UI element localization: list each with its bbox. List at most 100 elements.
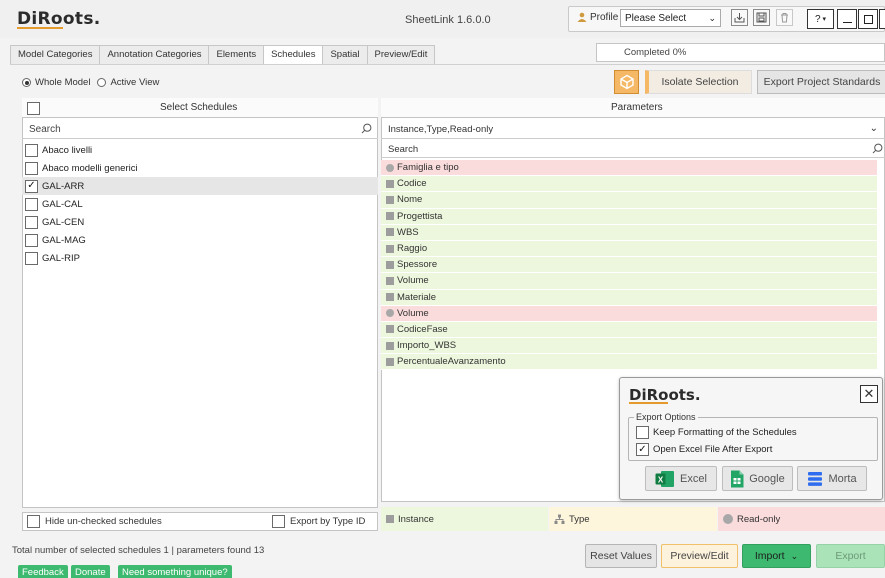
export-by-type-checkbox[interactable]	[272, 515, 285, 528]
instance-icon	[386, 179, 394, 188]
parameter-row[interactable]: Importo_WBS	[381, 338, 877, 355]
export-excel-button[interactable]: X Excel	[645, 466, 717, 491]
import-button[interactable]: Import ⌄	[742, 544, 811, 568]
reset-values-button[interactable]: Reset Values	[585, 544, 657, 568]
schedule-checkbox[interactable]	[25, 161, 38, 175]
schedule-item[interactable]: GAL-MAG	[22, 231, 378, 249]
chevron-down-icon: ⌄	[790, 550, 799, 561]
popup-close-button[interactable]: ✕	[860, 385, 878, 403]
legend-type-label: Type	[569, 513, 590, 525]
minimize-button[interactable]	[837, 9, 857, 29]
parameter-row[interactable]: Raggio	[381, 240, 877, 258]
tab-model-categories[interactable]: Model Categories	[10, 45, 101, 64]
instance-icon	[386, 293, 394, 302]
parameter-label: Volume	[397, 307, 429, 319]
export-morta-button[interactable]: Morta	[797, 466, 867, 491]
tab-schedules[interactable]: Schedules	[263, 45, 324, 64]
maximize-icon	[863, 14, 873, 24]
readonly-icon	[723, 514, 733, 524]
schedule-label: Abaco livelli	[42, 144, 93, 156]
instance-icon	[386, 276, 394, 285]
schedule-item[interactable]: GAL-CAL	[22, 195, 378, 213]
instance-icon	[386, 228, 394, 237]
legend-instance: Instance	[381, 507, 548, 531]
export-project-standards-button[interactable]: Export Project Standards	[757, 70, 885, 94]
whole-model-label: Whole Model	[35, 77, 91, 88]
schedule-checkbox[interactable]: ✓	[25, 179, 38, 193]
parameter-row[interactable]: WBS	[381, 224, 877, 241]
open-excel-checkbox[interactable]: ✓	[636, 443, 649, 456]
tab-spatial[interactable]: Spatial	[322, 45, 368, 64]
schedule-item[interactable]: Abaco modelli generici	[22, 159, 378, 177]
close-button[interactable]	[879, 9, 885, 29]
schedule-item[interactable]: ✓ GAL-ARR	[22, 177, 378, 195]
schedule-item[interactable]: GAL-CEN	[22, 213, 378, 231]
schedules-search-input[interactable]: Search	[22, 120, 378, 139]
schedule-checkbox[interactable]	[25, 143, 38, 157]
parameter-row[interactable]: Progettista	[381, 208, 877, 225]
keep-formatting-option[interactable]: Keep Formatting of the Schedules	[636, 426, 797, 439]
parameter-label: Progettista	[397, 210, 443, 222]
parameter-row[interactable]: Famiglia e tipo	[381, 160, 877, 177]
instance-icon	[386, 212, 394, 221]
help-menu-button[interactable]: ? ▾	[807, 9, 834, 29]
tab-preview-edit[interactable]: Preview/Edit	[366, 45, 436, 64]
parameters-search-input[interactable]: Search	[381, 141, 885, 158]
tab-annotation-categories[interactable]: Annotation Categories	[99, 45, 210, 64]
parameter-row[interactable]: Volume	[381, 273, 877, 290]
export-google-button[interactable]: Google	[722, 466, 793, 491]
legend-readonly: Read-only	[718, 507, 885, 531]
parameter-label: Codice	[397, 178, 427, 190]
whole-model-radio[interactable]	[22, 78, 31, 87]
parameter-row[interactable]: Codice	[381, 176, 877, 193]
schedule-item[interactable]: GAL-RIP	[22, 249, 378, 267]
type-hierarchy-icon	[554, 514, 565, 524]
profile-select[interactable]: Please Select ⌄	[620, 9, 721, 27]
select-all-checkbox[interactable]	[27, 102, 40, 115]
instance-icon	[386, 195, 394, 204]
hide-unchecked-checkbox[interactable]	[27, 515, 40, 528]
schedule-label: GAL-CAL	[42, 198, 83, 210]
parameters-panel-title: Parameters	[611, 102, 663, 113]
cube-icon	[619, 74, 634, 90]
parameter-row[interactable]: PercentualeAvanzamento	[381, 354, 877, 371]
export-options-title: Export Options	[634, 412, 698, 422]
parameter-list: Famiglia e tipo Codice Nome Progettista …	[381, 160, 877, 371]
keep-formatting-checkbox[interactable]	[636, 426, 649, 439]
preview-edit-button[interactable]: Preview/Edit	[661, 544, 738, 568]
chevron-down-icon: ▾	[822, 16, 827, 23]
tab-elements[interactable]: Elements	[208, 45, 265, 64]
parameter-row[interactable]: CodiceFase	[381, 321, 877, 339]
delete-icon[interactable]	[776, 9, 793, 26]
schedule-checkbox[interactable]	[25, 197, 38, 211]
divider	[10, 64, 885, 65]
search-icon	[361, 123, 372, 134]
parameter-row[interactable]: Volume	[381, 305, 877, 322]
isolate-selection-button[interactable]: Isolate Selection	[645, 70, 752, 94]
import-profile-icon[interactable]	[731, 9, 748, 26]
open-excel-option[interactable]: ✓ Open Excel File After Export	[636, 443, 772, 456]
parameter-row[interactable]: Materiale	[381, 289, 877, 306]
save-icon[interactable]	[753, 9, 770, 26]
parameter-type-select[interactable]: Instance,Type,Read-only ⌄	[381, 120, 885, 139]
parameter-label: Volume	[397, 275, 429, 287]
schedule-item[interactable]: Abaco livelli	[22, 141, 378, 159]
instance-icon	[386, 325, 394, 334]
parameter-row[interactable]: Nome	[381, 192, 877, 209]
maximize-button[interactable]	[858, 9, 878, 29]
donate-link[interactable]: Donate	[71, 565, 110, 578]
3d-view-button[interactable]	[614, 70, 639, 94]
schedule-checkbox[interactable]	[25, 233, 38, 247]
feedback-link[interactable]: Feedback	[18, 565, 68, 578]
schedule-checkbox[interactable]	[25, 251, 38, 265]
schedule-checkbox[interactable]	[25, 215, 38, 229]
google-label: Google	[749, 472, 785, 485]
google-sheets-icon	[731, 470, 744, 487]
need-something-unique-link[interactable]: Need something unique?	[118, 565, 232, 578]
export-button[interactable]: Export	[816, 544, 885, 568]
parameter-row[interactable]: Spessore	[381, 257, 877, 274]
active-view-radio[interactable]	[97, 78, 107, 87]
schedule-label: GAL-ARR	[42, 180, 85, 192]
schedule-label: GAL-CEN	[42, 216, 85, 228]
readonly-icon	[386, 163, 394, 172]
